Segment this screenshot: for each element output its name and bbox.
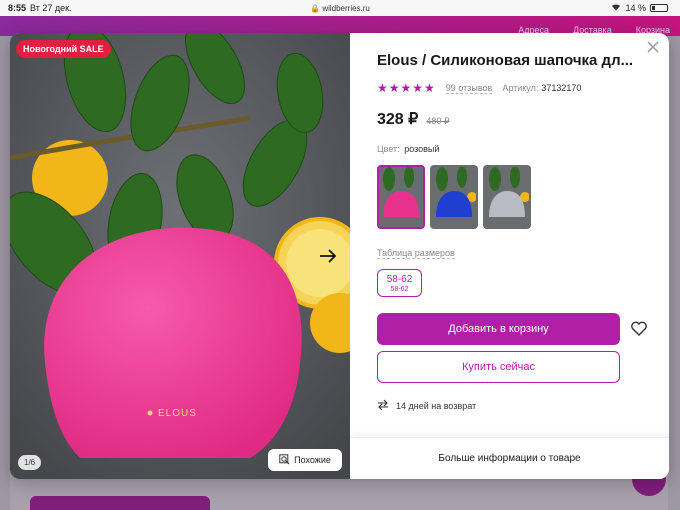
address-bar[interactable]: 🔒 wildberries.ru xyxy=(0,4,680,13)
status-bar: 8:55 Вт 27 дек. 🔒 wildberries.ru 14 % xyxy=(0,0,680,16)
return-policy: 14 дней на возврат xyxy=(377,399,476,413)
similar-label: Похожие xyxy=(294,455,331,465)
rating-stars: ★★★★★ xyxy=(377,81,436,95)
next-image-arrow-icon[interactable] xyxy=(316,246,340,266)
color-row: Цвет: розовый xyxy=(377,144,439,154)
lock-icon: 🔒 xyxy=(310,4,321,13)
return-policy-text: 14 дней на возврат xyxy=(396,401,477,411)
address-url: wildberries.ru xyxy=(322,4,370,13)
product-photo: ELOUS xyxy=(10,33,350,479)
close-icon[interactable] xyxy=(645,39,661,55)
color-swatches xyxy=(377,165,531,229)
image-counter: 1/6 xyxy=(18,455,42,470)
similar-button[interactable]: Похожие xyxy=(268,449,342,471)
swatch-grey[interactable] xyxy=(483,165,531,229)
old-price: 480 ₽ xyxy=(426,116,450,126)
size-table-link[interactable]: Таблица размеров xyxy=(377,248,455,259)
buy-now-button[interactable]: Купить сейчас xyxy=(377,351,620,383)
product-modal: ELOUS Новогодний SALE 1/6 Похожие Elous … xyxy=(10,33,669,479)
sale-badge: Новогодний SALE xyxy=(16,40,111,58)
heart-icon[interactable] xyxy=(630,320,648,338)
current-price: 328 ₽ xyxy=(377,111,419,128)
price-row: 328 ₽ 480 ₽ xyxy=(377,109,450,129)
product-title: Elous / Силиконовая шапочка дл... xyxy=(377,52,634,69)
more-info-button[interactable]: Больше информации о товаре xyxy=(350,437,669,479)
product-gallery[interactable]: ELOUS Новогодний SALE 1/6 Похожие xyxy=(10,33,350,479)
sku-label: Артикул: xyxy=(502,83,539,93)
battery-percent: 14 % xyxy=(625,3,646,13)
sku-value: 37132170 xyxy=(541,83,582,93)
return-arrows-icon xyxy=(377,399,389,413)
rating-row: ★★★★★ 99 отзывов Артикул: 37132170 xyxy=(377,81,581,95)
cap-brand-text: ELOUS xyxy=(158,408,197,419)
reviews-link[interactable]: 99 отзывов xyxy=(445,83,493,94)
similar-search-icon xyxy=(279,453,290,467)
wifi-icon xyxy=(611,3,621,13)
size-sub-label: 58-62 xyxy=(390,285,409,293)
battery-icon xyxy=(650,4,668,12)
product-info: Elous / Силиконовая шапочка дл... ★★★★★ … xyxy=(350,33,669,479)
color-value: розовый xyxy=(404,144,440,154)
size-option[interactable]: 58-62 58-62 xyxy=(377,269,422,297)
color-label: Цвет: xyxy=(377,144,400,154)
size-main-label: 58-62 xyxy=(386,273,413,285)
swatch-pink[interactable] xyxy=(377,165,425,229)
swatch-blue[interactable] xyxy=(430,165,478,229)
add-to-cart-button[interactable]: Добавить в корзину xyxy=(377,313,620,345)
